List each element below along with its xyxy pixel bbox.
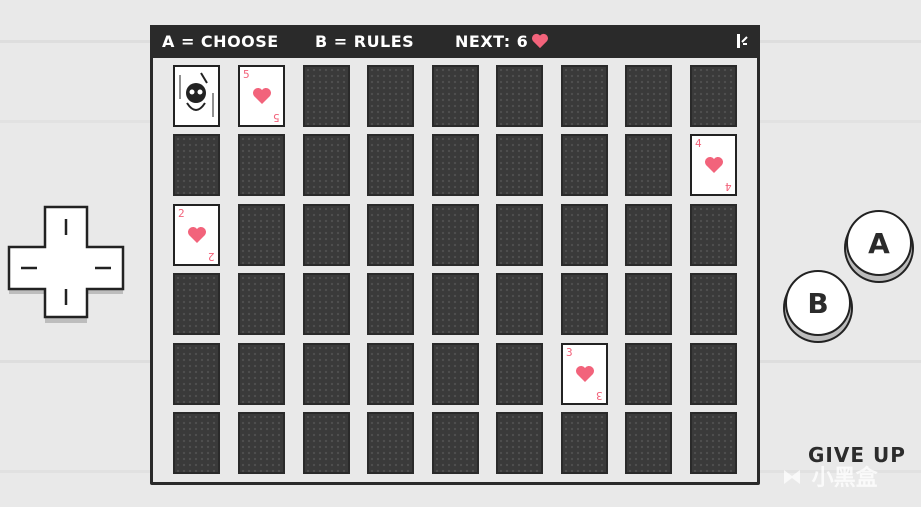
card-value: 5 — [273, 111, 280, 124]
heart-icon — [576, 366, 594, 382]
face-down-card[interactable] — [690, 343, 737, 405]
face-down-card[interactable] — [303, 134, 350, 196]
face-down-card[interactable] — [690, 273, 737, 335]
watermark: 小黑盒 — [780, 460, 920, 492]
face-down-card[interactable] — [625, 343, 672, 405]
face-down-card[interactable] — [238, 273, 285, 335]
dpad-icon[interactable] — [5, 205, 127, 323]
face-down-card[interactable] — [303, 412, 350, 474]
face-down-card[interactable] — [496, 65, 543, 127]
face-down-card[interactable] — [238, 204, 285, 266]
face-down-card[interactable] — [173, 273, 220, 335]
heybox-logo-icon — [784, 470, 800, 484]
face-down-card[interactable] — [367, 134, 414, 196]
face-down-card[interactable] — [561, 204, 608, 266]
card-value: 3 — [566, 346, 573, 359]
choose-hint: A = CHOOSE — [162, 32, 279, 51]
face-down-card[interactable] — [625, 204, 672, 266]
face-down-card[interactable] — [432, 65, 479, 127]
face-down-card[interactable] — [432, 204, 479, 266]
face-down-card[interactable] — [367, 273, 414, 335]
heart-icon — [188, 227, 206, 243]
face-up-card[interactable]: 22 — [173, 204, 220, 266]
card-value: 2 — [178, 207, 185, 220]
hud-bar: A = CHOOSE B = RULES NEXT: 6 — [150, 25, 760, 58]
heart-icon — [705, 157, 723, 173]
face-down-card[interactable] — [173, 343, 220, 405]
face-down-card[interactable] — [561, 65, 608, 127]
card-value: 3 — [596, 389, 603, 402]
face-down-card[interactable] — [432, 134, 479, 196]
face-down-card[interactable] — [496, 343, 543, 405]
face-down-card[interactable] — [625, 273, 672, 335]
heart-icon — [532, 33, 549, 49]
face-down-card[interactable] — [625, 65, 672, 127]
face-down-card[interactable] — [367, 204, 414, 266]
next-target: NEXT: 6 — [455, 32, 549, 51]
face-down-card[interactable] — [496, 134, 543, 196]
rules-hint: B = RULES — [315, 32, 415, 51]
face-down-card[interactable] — [303, 204, 350, 266]
face-down-card[interactable] — [173, 412, 220, 474]
face-down-card[interactable] — [496, 273, 543, 335]
next-label: NEXT: 6 — [455, 32, 529, 51]
face-down-card[interactable] — [432, 273, 479, 335]
face-down-card[interactable] — [625, 412, 672, 474]
face-down-card[interactable] — [303, 273, 350, 335]
face-down-card[interactable] — [690, 65, 737, 127]
card-value: 4 — [725, 180, 732, 193]
face-down-card[interactable] — [173, 134, 220, 196]
face-down-card[interactable] — [561, 134, 608, 196]
face-down-card[interactable] — [496, 412, 543, 474]
watermark-text: 小黑盒 — [811, 466, 878, 491]
skull-card[interactable] — [173, 65, 220, 127]
face-down-card[interactable] — [367, 412, 414, 474]
card-value: 2 — [208, 250, 215, 263]
face-down-card[interactable] — [432, 343, 479, 405]
face-down-card[interactable] — [690, 204, 737, 266]
face-up-card[interactable]: 44 — [690, 134, 737, 196]
face-down-card[interactable] — [625, 134, 672, 196]
face-down-card[interactable] — [367, 65, 414, 127]
face-down-card[interactable] — [561, 273, 608, 335]
face-down-card[interactable] — [303, 343, 350, 405]
heart-icon — [253, 88, 271, 104]
face-down-card[interactable] — [496, 204, 543, 266]
face-down-card[interactable] — [238, 134, 285, 196]
card-value: 5 — [243, 68, 250, 81]
face-down-card[interactable] — [561, 412, 608, 474]
card-value: 4 — [695, 137, 702, 150]
pause-icon[interactable] — [735, 33, 749, 49]
face-down-card[interactable] — [303, 65, 350, 127]
face-down-card[interactable] — [238, 343, 285, 405]
face-down-card[interactable] — [367, 343, 414, 405]
a-button[interactable]: A — [846, 210, 912, 276]
face-up-card[interactable]: 33 — [561, 343, 608, 405]
b-button[interactable]: B — [785, 270, 851, 336]
skull-icon — [179, 72, 214, 117]
face-down-card[interactable] — [238, 412, 285, 474]
face-down-card[interactable] — [690, 412, 737, 474]
face-up-card[interactable]: 55 — [238, 65, 285, 127]
face-down-card[interactable] — [432, 412, 479, 474]
